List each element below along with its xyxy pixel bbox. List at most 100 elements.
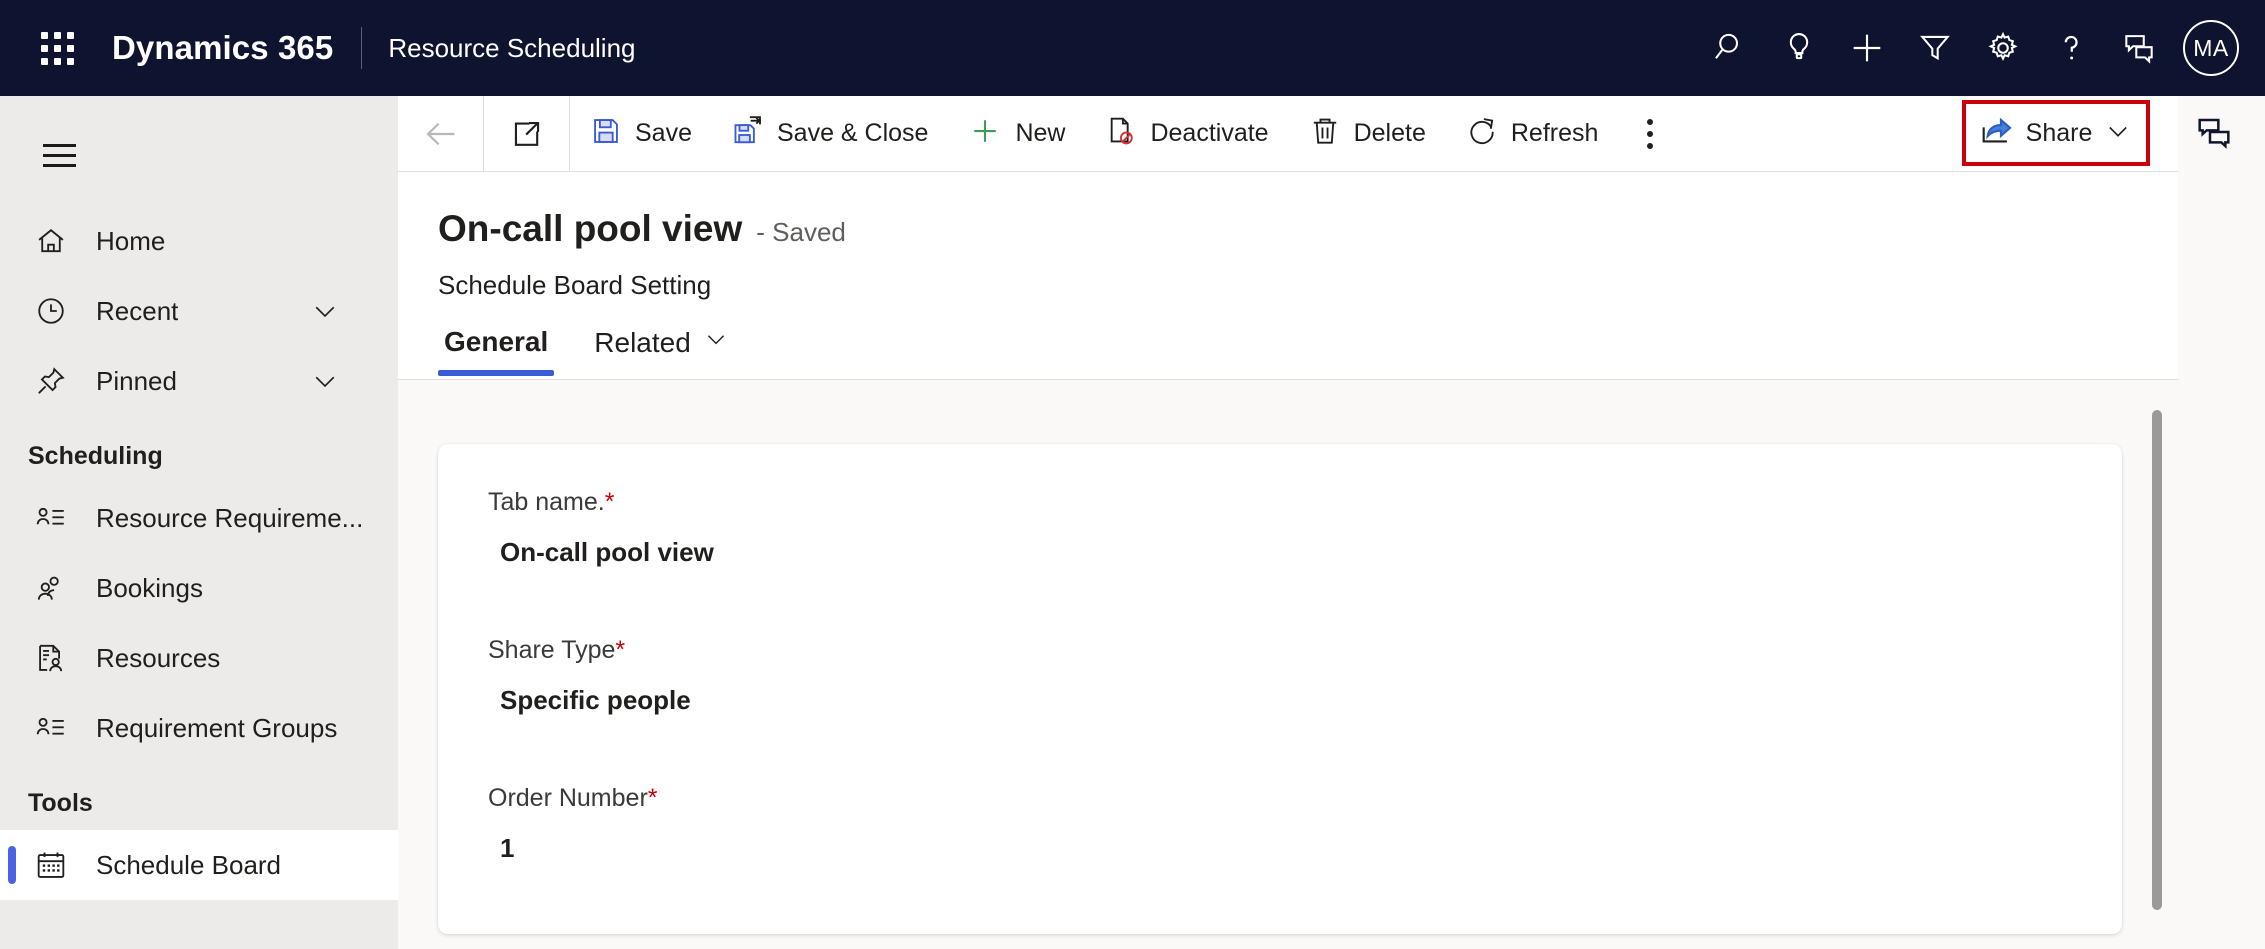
sidebar-item-pinned[interactable]: Pinned	[0, 346, 398, 416]
tab-general[interactable]: General	[438, 326, 555, 376]
chevron-down-icon[interactable]	[2104, 117, 2132, 150]
required-marker: *	[615, 636, 626, 664]
new-button[interactable]: New	[948, 96, 1085, 172]
plus-icon	[968, 114, 1002, 153]
top-navigation-bar: Dynamics 365 Resource Scheduling MA	[0, 0, 2265, 96]
resource-requirements-icon	[22, 501, 80, 535]
share-button-label: Share	[2025, 118, 2093, 147]
field-share-type-value[interactable]: Specific people	[500, 685, 691, 716]
back-button[interactable]	[398, 95, 484, 172]
gear-icon[interactable]	[1969, 14, 2037, 82]
home-icon	[22, 224, 80, 258]
command-bar: Save Save & Close New Deactivate Delete …	[398, 95, 2178, 172]
page-title: On-call pool view	[438, 208, 743, 249]
field-tab-name: Tab name.* On-call pool view	[488, 488, 714, 568]
bookings-icon	[22, 571, 80, 605]
save-close-icon	[732, 115, 764, 152]
sidebar-item-recent[interactable]: Recent	[0, 276, 398, 346]
app-launcher-button[interactable]	[20, 15, 94, 81]
filter-icon[interactable]	[1901, 14, 1969, 82]
search-icon[interactable]	[1697, 14, 1765, 82]
left-sidebar: Home Recent Pinned Scheduling Resource R…	[0, 96, 398, 949]
form-tabs: General Related	[438, 326, 735, 377]
chevron-down-icon	[703, 326, 729, 359]
field-tab-name-label: Tab name.*	[488, 488, 714, 517]
sidebar-item-bookings[interactable]: Bookings	[0, 553, 398, 623]
sidebar-item-schedule-board[interactable]: Schedule Board	[0, 830, 398, 900]
vertical-scrollbar[interactable]	[2152, 410, 2162, 910]
open-in-new-window-button[interactable]	[484, 95, 570, 172]
question-icon[interactable]	[2037, 14, 2105, 82]
sidebar-item-label: Bookings	[96, 572, 203, 603]
trash-icon	[1309, 115, 1341, 152]
calendar-icon	[22, 848, 80, 882]
save-and-close-button-label: Save & Close	[776, 119, 929, 147]
field-order-number-value[interactable]: 1	[500, 833, 658, 864]
record-title-row: On-call pool view - Saved	[438, 208, 846, 250]
required-marker: *	[604, 488, 615, 516]
deactivate-icon	[1105, 115, 1137, 152]
avatar[interactable]: MA	[2183, 20, 2239, 76]
share-icon	[1980, 114, 2014, 153]
form-card: Tab name.* On-call pool view Share Type*…	[438, 444, 2122, 934]
refresh-icon	[1466, 115, 1498, 152]
refresh-button[interactable]: Refresh	[1446, 96, 1619, 172]
delete-button[interactable]: Delete	[1289, 96, 1446, 172]
sidebar-item-label: Resources	[96, 642, 221, 673]
field-tab-name-value[interactable]: On-call pool view	[500, 537, 714, 568]
brand-divider	[361, 27, 363, 69]
tab-related-label: Related	[594, 326, 691, 358]
waffle-icon	[40, 31, 74, 65]
sidebar-group-title-tools: Tools	[28, 789, 93, 817]
save-and-close-button[interactable]: Save & Close	[712, 96, 948, 172]
field-label-text: Share Type	[488, 636, 616, 664]
deactivate-button-label: Deactivate	[1150, 119, 1269, 147]
field-order-number-label: Order Number*	[488, 784, 658, 813]
topbar-actions: MA	[1697, 0, 2265, 96]
sidebar-item-requirement-groups[interactable]: Requirement Groups	[0, 693, 398, 763]
sidebar-item-home[interactable]: Home	[0, 206, 398, 276]
chevron-down-icon[interactable]	[310, 296, 340, 326]
field-label-text: Tab name.	[488, 488, 605, 516]
field-order-number: Order Number* 1	[488, 784, 658, 864]
chevron-down-icon[interactable]	[310, 366, 340, 396]
field-label-text: Order Number	[488, 784, 648, 812]
hamburger-icon[interactable]	[20, 116, 98, 194]
save-button-label: Save	[635, 119, 692, 147]
app-name[interactable]: Resource Scheduling	[388, 33, 635, 64]
sidebar-item-label: Recent	[96, 295, 179, 326]
deactivate-button[interactable]: Deactivate	[1085, 96, 1288, 172]
plus-icon[interactable]	[1833, 14, 1901, 82]
sidebar-group-title-scheduling: Scheduling	[28, 442, 163, 470]
tab-related[interactable]: Related	[588, 326, 735, 377]
new-button-label: New	[1015, 119, 1066, 147]
feedback-icon[interactable]	[2105, 14, 2173, 82]
sidebar-item-label: Resource Requireme...	[96, 502, 364, 533]
save-button[interactable]: Save	[570, 96, 712, 172]
save-icon	[590, 115, 622, 152]
sidebar-primary-list: Home Recent Pinned	[0, 206, 398, 416]
sidebar-item-resources[interactable]: Resources	[0, 623, 398, 693]
clock-icon	[22, 294, 80, 328]
record-header: On-call pool view - Saved Schedule Board…	[398, 172, 2178, 380]
main-content-area: Save Save & Close New Deactivate Delete …	[398, 95, 2265, 949]
chat-button[interactable]	[2190, 110, 2238, 158]
save-status: - Saved	[756, 217, 846, 247]
delete-button-label: Delete	[1353, 119, 1426, 147]
field-share-type: Share Type* Specific people	[488, 636, 691, 716]
lightbulb-icon[interactable]	[1765, 14, 1833, 82]
sidebar-item-label: Schedule Board	[96, 849, 282, 880]
tab-general-label: General	[444, 326, 549, 357]
brand-title[interactable]: Dynamics 365	[112, 29, 333, 67]
refresh-button-label: Refresh	[1510, 119, 1599, 147]
requirement-groups-icon	[22, 711, 80, 745]
more-commands-button[interactable]	[1618, 96, 1682, 172]
pin-icon	[22, 364, 80, 398]
resources-icon	[22, 641, 80, 675]
entity-name: Schedule Board Setting	[438, 270, 712, 300]
share-button[interactable]: Share	[1962, 100, 2150, 166]
field-share-type-label: Share Type*	[488, 636, 691, 665]
sidebar-item-resource-requirements[interactable]: Resource Requireme...	[0, 483, 398, 553]
required-marker: *	[647, 784, 658, 812]
sidebar-item-label: Pinned	[96, 365, 177, 396]
